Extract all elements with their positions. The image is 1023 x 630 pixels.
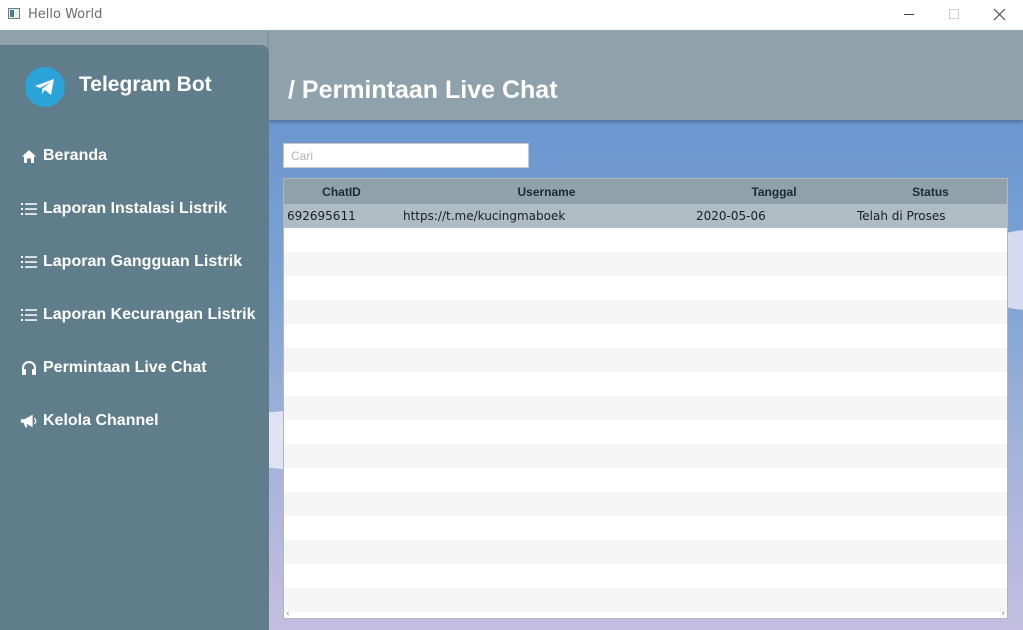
- home-icon: [20, 147, 38, 165]
- sidebar-item-laporan-gangguan[interactable]: Laporan Gangguan Listrik: [20, 249, 242, 275]
- empty-row: [284, 252, 1007, 276]
- list-icon: [20, 253, 38, 271]
- empty-row: [284, 348, 1007, 372]
- table-header: ChatID Username Tanggal Status: [284, 179, 1007, 204]
- empty-row: [284, 276, 1007, 300]
- column-header-tanggal[interactable]: Tanggal: [694, 185, 854, 199]
- sidebar-item-kelola-channel[interactable]: Kelola Channel: [20, 408, 159, 434]
- page-title: / Permintaan Live Chat: [288, 76, 558, 104]
- cell-username: https://t.me/kucingmaboek: [403, 209, 566, 223]
- empty-row: [284, 420, 1007, 444]
- empty-row: [284, 396, 1007, 420]
- empty-row: [284, 564, 1007, 588]
- cell-chatid: 692695611: [287, 209, 356, 223]
- search-input[interactable]: [283, 143, 529, 168]
- minimize-icon: [904, 14, 914, 15]
- sidebar-item-label: Laporan Instalasi Listrik: [43, 200, 228, 217]
- bullhorn-icon: [20, 412, 38, 430]
- maximize-button[interactable]: [932, 0, 977, 30]
- list-icon: [20, 200, 38, 218]
- empty-row: [284, 468, 1007, 492]
- window-title: Hello World: [28, 7, 103, 22]
- empty-row: [284, 516, 1007, 540]
- column-header-status[interactable]: Status: [854, 185, 1007, 199]
- table-body: 692695611 https://t.me/kucingmaboek 2020…: [284, 204, 1007, 612]
- cell-tanggal: 2020-05-06: [696, 209, 766, 223]
- scroll-left-arrow-icon[interactable]: ‹: [286, 609, 290, 618]
- sidebar-item-beranda[interactable]: Beranda: [20, 143, 107, 169]
- empty-row: [284, 372, 1007, 396]
- sidebar: Telegram Bot Beranda Laporan Instalasi L…: [0, 45, 269, 630]
- empty-row: [284, 540, 1007, 564]
- close-icon: [993, 8, 1006, 21]
- sidebar-item-label: Laporan Gangguan Listrik: [43, 253, 243, 270]
- list-icon: [20, 306, 38, 324]
- table-row[interactable]: 692695611 https://t.me/kucingmaboek 2020…: [284, 204, 1007, 228]
- maximize-icon: [949, 9, 959, 19]
- empty-row: [284, 324, 1007, 348]
- scroll-right-arrow-icon[interactable]: ›: [1001, 609, 1005, 618]
- sidebar-item-label: Beranda: [43, 147, 108, 164]
- page-header: / Permintaan Live Chat: [269, 30, 1023, 120]
- telegram-logo-icon: [25, 67, 65, 107]
- sidebar-item-permintaan-live-chat[interactable]: Permintaan Live Chat: [20, 355, 207, 381]
- sidebar-item-label: Kelola Channel: [43, 412, 159, 429]
- minimize-button[interactable]: [886, 0, 931, 30]
- column-header-chatid[interactable]: ChatID: [284, 185, 399, 199]
- brand-name: Telegram Bot: [79, 73, 212, 96]
- column-header-username[interactable]: Username: [399, 185, 694, 199]
- cell-status: Telah di Proses: [857, 209, 946, 223]
- empty-row: [284, 492, 1007, 516]
- horizontal-scrollbar[interactable]: ‹ ›: [284, 609, 1007, 618]
- empty-row: [284, 444, 1007, 468]
- app-icon: [8, 8, 20, 19]
- headphones-icon: [20, 359, 38, 377]
- sidebar-item-label: Laporan Kecurangan Listrik: [43, 306, 256, 323]
- sidebar-item-laporan-instalasi[interactable]: Laporan Instalasi Listrik: [20, 196, 227, 222]
- live-chat-table: ChatID Username Tanggal Status 692695611…: [283, 178, 1008, 619]
- close-button[interactable]: [977, 0, 1022, 30]
- sidebar-item-label: Permintaan Live Chat: [43, 359, 207, 376]
- empty-row: [284, 300, 1007, 324]
- sidebar-item-laporan-kecurangan[interactable]: Laporan Kecurangan Listrik: [20, 302, 256, 328]
- empty-row: [284, 228, 1007, 252]
- window-titlebar: Hello World: [0, 0, 1023, 30]
